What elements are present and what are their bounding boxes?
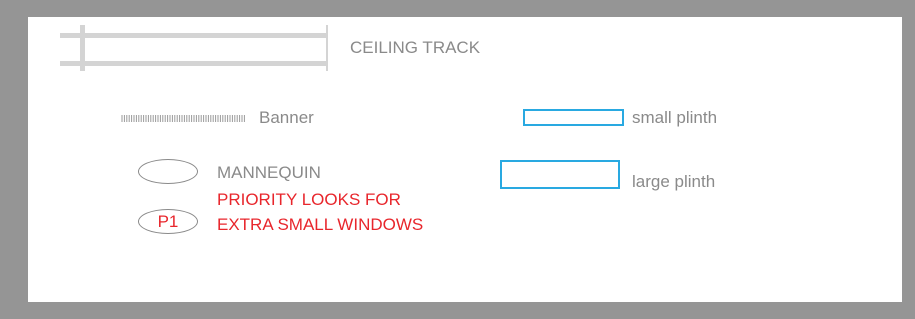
- small-plinth-icon: [523, 109, 624, 126]
- legend-panel: CEILING TRACK Banner MANNEQUIN PRIORITY …: [28, 17, 902, 302]
- p1-badge-text: P1: [157, 212, 179, 231]
- large-plinth-label: large plinth: [632, 172, 716, 191]
- large-plinth-icon: [500, 160, 620, 189]
- mannequin-label: MANNEQUIN: [217, 163, 321, 182]
- small-plinth-label: small plinth: [632, 108, 718, 127]
- banner-icon: [121, 115, 245, 122]
- banner-label: Banner: [259, 108, 314, 127]
- priority-line-1: PRIORITY LOOKS FOR: [217, 190, 401, 209]
- ceiling-track-label: CEILING TRACK: [350, 38, 481, 57]
- ceiling-track-icon: [60, 25, 328, 71]
- mannequin-icon: [138, 159, 198, 184]
- legend-frame: CEILING TRACK Banner MANNEQUIN PRIORITY …: [0, 0, 915, 319]
- priority-line-2: EXTRA SMALL WINDOWS: [217, 215, 424, 234]
- p1-badge-icon: P1: [138, 209, 198, 234]
